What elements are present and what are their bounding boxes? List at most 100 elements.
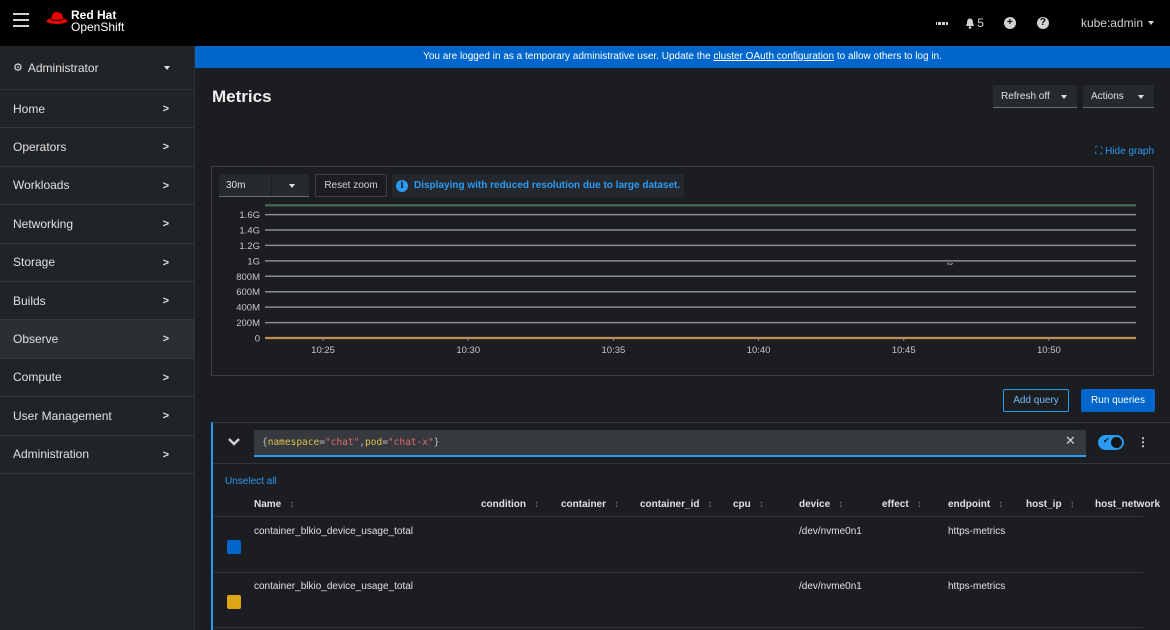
alert-text: Displaying with reduced resolution due t…: [414, 180, 681, 191]
column-header-endpoint[interactable]: endpoint ↕: [948, 499, 1003, 510]
column-header-container[interactable]: container ↕: [561, 499, 619, 510]
chevron-right-icon: >: [162, 333, 169, 346]
sidebar-item-label: Home: [13, 101, 46, 116]
oauth-config-link[interactable]: cluster OAuth configuration: [713, 51, 834, 62]
brand-line2: OpenShift: [71, 20, 125, 34]
graph-card: 30m Reset zoom i Displaying with reduced…: [211, 166, 1154, 376]
sidebar-item-label: Builds: [13, 293, 46, 308]
caret-down-icon: [1138, 95, 1144, 99]
sort-icon: ↕: [289, 499, 295, 510]
sidebar-item-label: Networking: [13, 216, 74, 231]
metrics-chart[interactable]: 0 200M 400M 600M 800M 1G 1.2G 1.4G 1.6G 10:25 10:3…: [212, 203, 1153, 375]
add-query-button[interactable]: Add query: [1003, 389, 1069, 412]
check-icon: ✔: [1103, 436, 1110, 445]
chevron-down-icon[interactable]: [227, 436, 241, 448]
sidebar-item-administration[interactable]: Administration >: [0, 436, 194, 474]
query-token: }: [433, 437, 440, 448]
notifications-button[interactable]: 5: [965, 16, 984, 30]
kebab-menu-icon[interactable]: ⋮: [1137, 435, 1149, 449]
column-header-container-id[interactable]: container_id ↕: [640, 499, 712, 510]
sidebar-item-label: Compute: [13, 370, 62, 385]
column-header-name[interactable]: Name ↕: [254, 499, 294, 510]
y-tick-label: 200M: [236, 318, 260, 329]
openshift-logo[interactable]: Red Hat OpenShift: [46, 9, 124, 33]
compress-icon: ⛶: [1095, 146, 1103, 157]
sort-icon: ↕: [534, 499, 539, 510]
sidebar-item-compute[interactable]: Compute >: [0, 359, 194, 398]
y-tick-label: 1.4G: [239, 226, 260, 237]
column-header-effect[interactable]: effect ↕: [882, 499, 922, 510]
x-tick-label: 10:30: [456, 345, 480, 356]
column-label: Name: [254, 499, 282, 510]
zoom-cursor-icon: ⇔: [945, 258, 955, 269]
sort-icon: ↕: [838, 499, 844, 510]
chevron-right-icon: >: [162, 294, 169, 307]
cell-name: container_blkio_device_usage_total: [254, 581, 414, 592]
sort-icon: ↕: [707, 499, 713, 510]
column-header-cpu[interactable]: cpu ↕: [733, 499, 764, 510]
caret-down-icon: [289, 184, 295, 188]
chevron-right-icon: >: [162, 179, 169, 192]
user-menu[interactable]: kube:admin: [1081, 16, 1154, 30]
sidebar-item-networking[interactable]: Networking >: [0, 205, 194, 244]
plus-circle-icon[interactable]: +: [1003, 17, 1016, 29]
column-header-condition[interactable]: condition ↕: [481, 499, 539, 510]
banner-text-after: to allow others to log in.: [834, 51, 942, 62]
reset-zoom-button[interactable]: Reset zoom: [315, 174, 387, 197]
chevron-right-icon: >: [162, 256, 169, 269]
column-label: container_id: [640, 499, 700, 510]
query-expression-input[interactable]: {namespace = "chat", pod = "chat-x"}: [254, 430, 1086, 457]
y-tick-label: 1.6G: [239, 210, 260, 221]
series-color-checkbox[interactable]: [227, 540, 241, 554]
column-label: effect: [882, 499, 909, 510]
app-launcher-icon[interactable]: [936, 18, 948, 29]
column-header-device[interactable]: device ↕: [799, 499, 843, 510]
series-color-checkbox[interactable]: [227, 595, 241, 609]
sort-icon: ↕: [1069, 499, 1075, 510]
time-span-dropdown[interactable]: 30m: [219, 174, 309, 197]
sidebar-item-user-management[interactable]: User Management >: [0, 397, 194, 436]
sidebar: ⚙ Administrator Home > Operators > Workloads…: [0, 46, 195, 630]
sort-icon: ↕: [758, 499, 764, 510]
y-tick-label: 800M: [236, 272, 260, 283]
cell-endpoint: https-metrics: [948, 581, 1006, 592]
clear-query-icon[interactable]: ✕: [1065, 433, 1076, 449]
sidebar-item-label: Observe: [13, 332, 59, 347]
caret-down-icon: [1061, 95, 1067, 99]
sidebar-item-observe[interactable]: Observe >: [0, 320, 194, 359]
query-token: "chat-x": [387, 437, 434, 448]
help-icon[interactable]: ?: [1036, 17, 1049, 29]
refresh-label: Refresh off: [1001, 90, 1050, 102]
sidebar-item-label: Operators: [13, 140, 67, 155]
cell-device: /dev/nvme0n1: [799, 526, 862, 537]
table-row: container_blkio_device_usage_total/dev/n…: [213, 573, 1143, 628]
info-circle-icon: i: [396, 179, 408, 192]
hide-graph-button[interactable]: ⛶ Hide graph: [1095, 146, 1154, 157]
hamburger-menu-icon[interactable]: [13, 13, 29, 27]
unselect-all-link[interactable]: Unselect all: [225, 476, 277, 487]
query-token: namespace: [267, 437, 320, 448]
sidebar-item-storage[interactable]: Storage >: [0, 244, 194, 282]
y-tick-label: 0: [255, 334, 260, 345]
cogs-icon: ⚙: [13, 62, 23, 74]
sidebar-item-workloads[interactable]: Workloads >: [0, 167, 194, 206]
sidebar-item-home[interactable]: Home >: [0, 90, 194, 129]
x-tick-label: 10:40: [747, 345, 771, 356]
y-tick-label: 400M: [236, 303, 260, 314]
refresh-interval-dropdown[interactable]: Refresh off: [993, 85, 1077, 108]
user-name: kube:admin: [1080, 16, 1143, 30]
sidebar-item-operators[interactable]: Operators >: [0, 128, 194, 167]
run-queries-button[interactable]: Run queries: [1081, 389, 1155, 412]
sidebar-item-builds[interactable]: Builds >: [0, 282, 194, 321]
column-header-host-ip[interactable]: host_ip ↕: [1026, 499, 1075, 510]
actions-dropdown[interactable]: Actions: [1083, 85, 1154, 108]
hide-graph-label: Hide graph: [1105, 146, 1154, 157]
perspective-switcher[interactable]: ⚙ Administrator: [0, 46, 194, 90]
column-header-host-network[interactable]: host_network: [1095, 499, 1160, 510]
query-enable-toggle[interactable]: ✔: [1098, 435, 1124, 450]
column-label: condition: [481, 499, 526, 510]
y-tick-label: 1G: [247, 256, 260, 267]
x-tick-label: 10:35: [602, 345, 626, 356]
column-label: host_ip: [1026, 499, 1062, 510]
sidebar-item-label: Administration: [13, 447, 90, 462]
